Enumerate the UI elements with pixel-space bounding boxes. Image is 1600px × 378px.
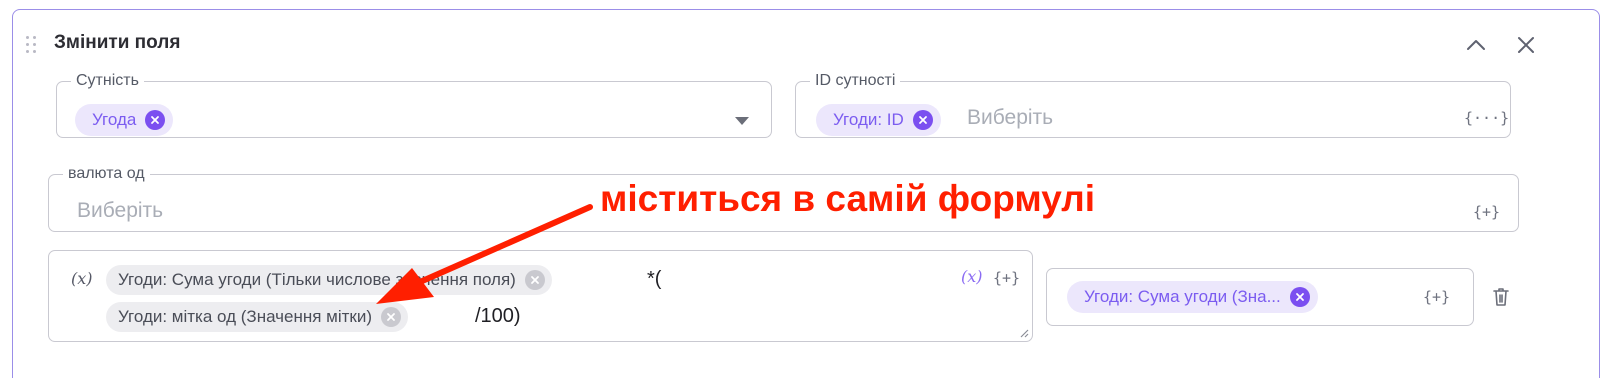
annotation-arrow-icon [376, 204, 593, 304]
